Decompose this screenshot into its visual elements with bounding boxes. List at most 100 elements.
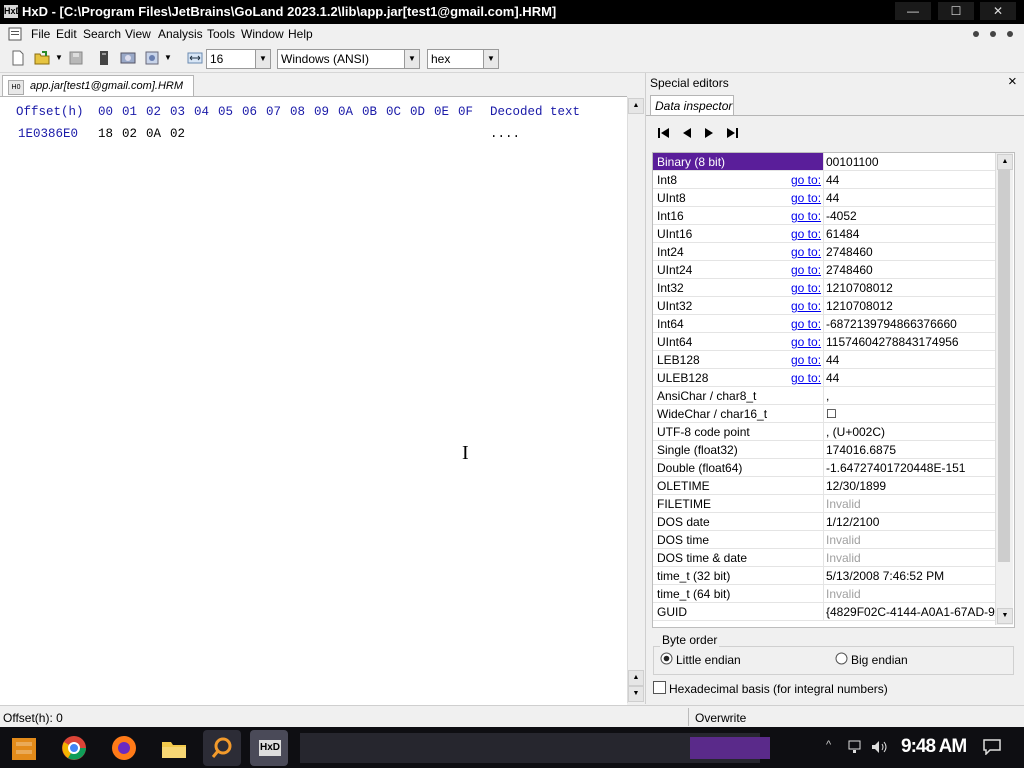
inspector-row[interactable]: DOS time Invalid bbox=[653, 531, 998, 549]
ram-icon[interactable] bbox=[96, 50, 112, 66]
chevron-down-icon[interactable]: ▼ bbox=[55, 53, 63, 62]
hex-byte-cell[interactable]: 0A bbox=[146, 127, 161, 141]
inspector-row[interactable]: Int32 go to: 1210708012 bbox=[653, 279, 998, 297]
scroll-up-icon[interactable]: ▲ bbox=[997, 154, 1013, 170]
inspector-row-value[interactable]: 44 bbox=[826, 353, 996, 367]
firefox-icon[interactable] bbox=[110, 734, 138, 762]
inspector-row[interactable]: WideChar / char16_t ☐ bbox=[653, 405, 998, 423]
next-icon[interactable] bbox=[702, 126, 716, 140]
inspector-row-value[interactable]: -6872139794866376660 bbox=[826, 317, 996, 331]
menu-search[interactable]: Search bbox=[83, 27, 121, 41]
menu-tools[interactable]: Tools bbox=[207, 27, 235, 41]
inspector-row[interactable]: DOS time & date Invalid bbox=[653, 549, 998, 567]
inspector-row-value[interactable]: 2748460 bbox=[826, 245, 996, 259]
open-folder-icon[interactable] bbox=[34, 50, 50, 66]
inspector-row-value[interactable]: 2748460 bbox=[826, 263, 996, 277]
menu-window[interactable]: Window bbox=[241, 27, 284, 41]
inspector-row[interactable]: Int24 go to: 2748460 bbox=[653, 243, 998, 261]
big-endian-label[interactable]: Big endian bbox=[851, 653, 908, 667]
charset-select[interactable]: Windows (ANSI) ▼ bbox=[277, 49, 420, 69]
inspector-row[interactable]: time_t (64 bit) Invalid bbox=[653, 585, 998, 603]
notification-icon[interactable] bbox=[983, 739, 1001, 755]
inspector-row[interactable]: LEB128 go to: 44 bbox=[653, 351, 998, 369]
close-button[interactable]: ✕ bbox=[980, 2, 1016, 20]
inspector-row-value[interactable]: Invalid bbox=[826, 587, 996, 601]
row-decoded-text[interactable]: .... bbox=[490, 127, 520, 141]
hex-basis-checkbox[interactable] bbox=[653, 681, 666, 694]
inspector-row[interactable]: UInt32 go to: 1210708012 bbox=[653, 297, 998, 315]
inspector-row[interactable]: time_t (32 bit) 5/13/2008 7:46:52 PM bbox=[653, 567, 998, 585]
search-app-tile[interactable] bbox=[203, 730, 241, 766]
goto-link[interactable]: go to: bbox=[791, 209, 821, 223]
inspector-row[interactable]: DOS date 1/12/2100 bbox=[653, 513, 998, 531]
inspector-row-value[interactable]: -1.64727401720448E-151 bbox=[826, 461, 996, 475]
menu-help[interactable]: Help bbox=[288, 27, 313, 41]
inspector-row-value[interactable]: 44 bbox=[826, 371, 996, 385]
chevron-down-icon[interactable]: ▼ bbox=[483, 50, 498, 68]
disk-icon[interactable] bbox=[120, 50, 136, 66]
menu-view[interactable]: View bbox=[125, 27, 151, 41]
goto-link[interactable]: go to: bbox=[791, 335, 821, 349]
chevron-down-icon[interactable]: ▼ bbox=[164, 53, 172, 62]
inspector-row-value[interactable]: Invalid bbox=[826, 551, 996, 565]
taskbar-clock[interactable]: 9:48 AM bbox=[901, 736, 967, 758]
goto-link[interactable]: go to: bbox=[791, 281, 821, 295]
inspector-scrollbar[interactable]: ▲ ▼ bbox=[995, 153, 1013, 625]
maximize-button[interactable]: ☐ bbox=[938, 2, 974, 20]
close-panel-icon[interactable]: × bbox=[1008, 73, 1017, 90]
inspector-row[interactable]: AnsiChar / char8_t, bbox=[653, 387, 998, 405]
inspector-row-value[interactable]: ☐ bbox=[826, 407, 996, 421]
chevron-down-icon[interactable]: ▼ bbox=[255, 50, 270, 68]
start-icon[interactable] bbox=[8, 732, 40, 764]
hxd-app-tile[interactable]: HxD bbox=[250, 730, 288, 766]
bytes-per-row-select[interactable]: 16 ▼ bbox=[206, 49, 271, 69]
scroll-up-icon[interactable]: ▲ bbox=[628, 670, 644, 686]
inspector-row-value[interactable]: 00101100 bbox=[826, 155, 996, 169]
goto-link[interactable]: go to: bbox=[791, 227, 821, 241]
inspector-row-value[interactable]: 44 bbox=[826, 173, 996, 187]
scroll-up-icon[interactable]: ▲ bbox=[628, 98, 644, 114]
chevron-up-icon[interactable]: ^ bbox=[826, 739, 831, 751]
inspector-row-value[interactable]: {4829F02C-4144-A0A1-67AD-9AB0 bbox=[826, 605, 996, 619]
editor-scrollbar[interactable]: ▲ ▲ ▼ bbox=[627, 97, 644, 703]
inspector-row-value[interactable]: , (U+002C) bbox=[826, 425, 996, 439]
inspector-row[interactable]: Int64 go to: -6872139794866376660 bbox=[653, 315, 998, 333]
mdi-dot-icon[interactable] bbox=[990, 31, 996, 37]
inspector-row-value[interactable]: 5/13/2008 7:46:52 PM bbox=[826, 569, 996, 583]
scroll-down-icon[interactable]: ▼ bbox=[628, 686, 644, 702]
inspector-row[interactable]: UInt8 go to: 44 bbox=[653, 189, 998, 207]
goto-link[interactable]: go to: bbox=[791, 173, 821, 187]
chrome-icon[interactable] bbox=[60, 734, 88, 762]
last-icon[interactable] bbox=[724, 126, 740, 140]
new-file-icon[interactable] bbox=[10, 50, 26, 66]
inspector-row[interactable]: UInt24 go to: 2748460 bbox=[653, 261, 998, 279]
inspector-row-value[interactable]: 12/30/1899 bbox=[826, 479, 996, 493]
hex-editor[interactable]: Offset(h) 00 01 02 03 04 05 06 07 08 09 0A 0B 0C 0D 0E… bbox=[0, 96, 627, 705]
inspector-row[interactable]: GUID {4829F02C-4144-A0A1-67AD-9AB0 bbox=[653, 603, 998, 621]
chevron-down-icon[interactable]: ▼ bbox=[404, 50, 419, 68]
inspector-row[interactable]: FILETIME Invalid bbox=[653, 495, 998, 513]
scroll-thumb[interactable] bbox=[998, 170, 1010, 562]
inspector-row-value[interactable]: , bbox=[826, 389, 996, 403]
inspector-row[interactable]: Binary (8 bit) 00101100 bbox=[653, 153, 998, 171]
minimize-button[interactable]: — bbox=[895, 2, 931, 20]
menu-analysis[interactable]: Analysis bbox=[158, 27, 203, 41]
mdi-dot-icon[interactable] bbox=[973, 31, 979, 37]
inspector-row-value[interactable]: 1/12/2100 bbox=[826, 515, 996, 529]
network-icon[interactable] bbox=[848, 740, 864, 754]
hex-basis-label[interactable]: Hexadecimal basis (for integral numbers) bbox=[669, 682, 888, 696]
display-mode-select[interactable]: hex ▼ bbox=[427, 49, 499, 69]
little-endian-label[interactable]: Little endian bbox=[676, 653, 741, 667]
goto-link[interactable]: go to: bbox=[791, 353, 821, 367]
inspector-row[interactable]: UTF-8 code point , (U+002C) bbox=[653, 423, 998, 441]
inspector-row-value[interactable]: -4052 bbox=[826, 209, 996, 223]
prev-icon[interactable] bbox=[680, 126, 694, 140]
first-icon[interactable] bbox=[656, 126, 672, 140]
goto-link[interactable]: go to: bbox=[791, 371, 821, 385]
inspector-row-value[interactable]: Invalid bbox=[826, 533, 996, 547]
inspector-row[interactable]: Int16 go to: -4052 bbox=[653, 207, 998, 225]
inspector-row-value[interactable]: 61484 bbox=[826, 227, 996, 241]
inspector-row[interactable]: Int8 go to: 44 bbox=[653, 171, 998, 189]
goto-link[interactable]: go to: bbox=[791, 263, 821, 277]
goto-link[interactable]: go to: bbox=[791, 191, 821, 205]
